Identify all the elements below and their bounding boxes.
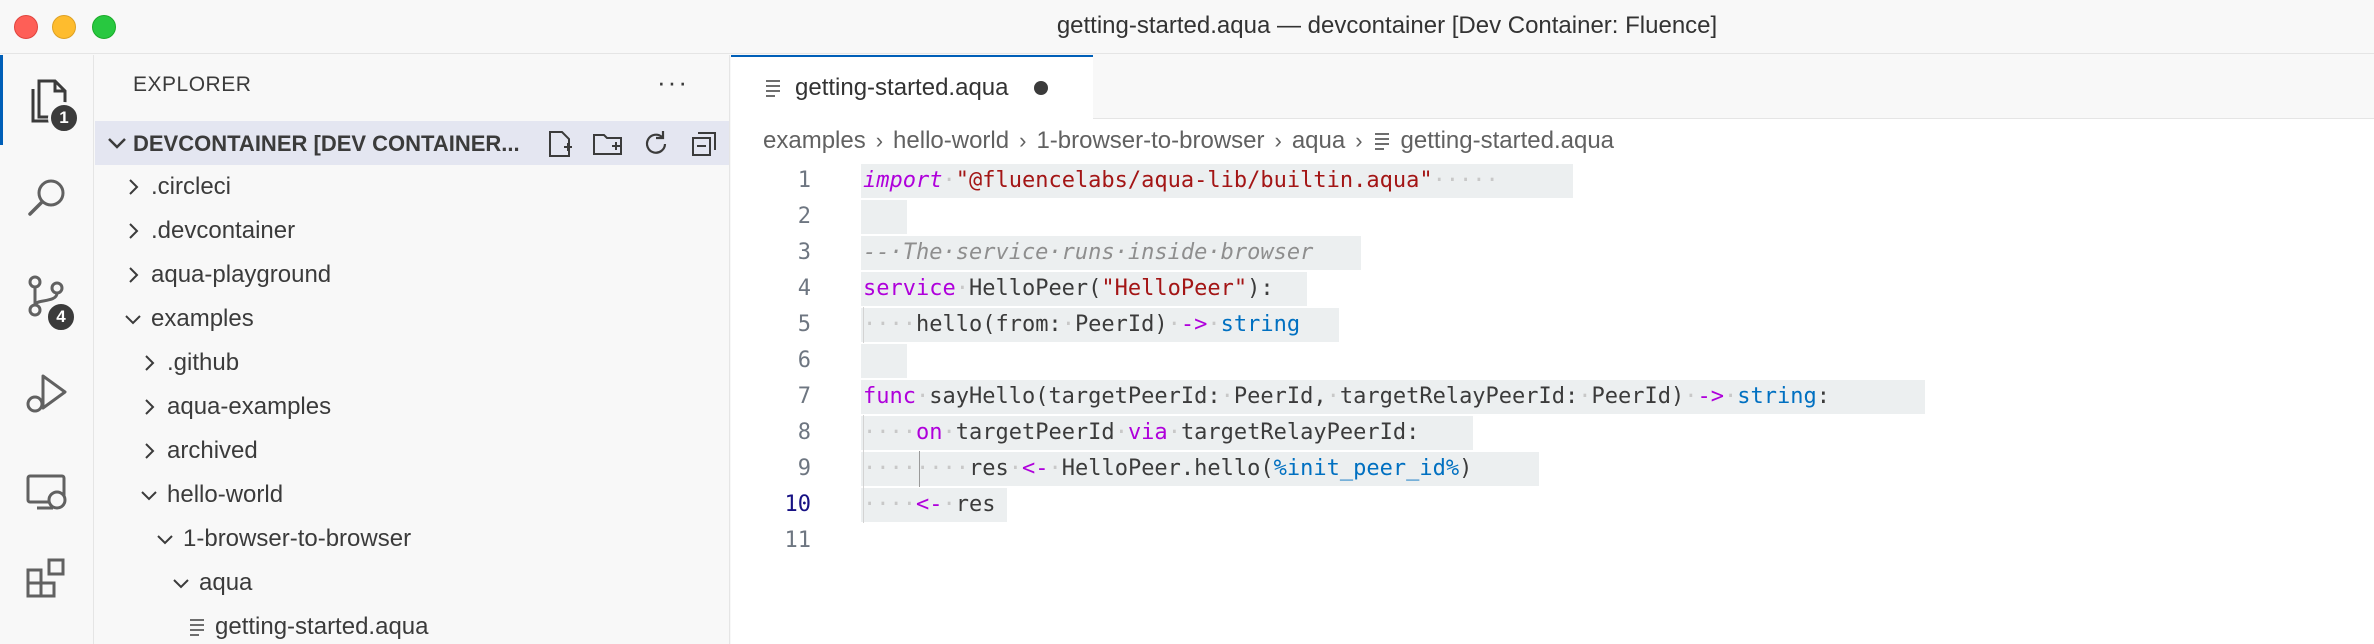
- line-number: 8: [797, 420, 811, 445]
- breadcrumb-examples[interactable]: examples: [763, 127, 866, 155]
- tree-item-label: examples: [151, 305, 254, 332]
- unsaved-dot-icon[interactable]: [1034, 81, 1049, 95]
- chevron-right-icon: [121, 219, 145, 243]
- chevron-down-icon: [169, 571, 193, 595]
- tree-item-label: getting-started.aqua: [215, 613, 429, 640]
- activity-extensions[interactable]: [0, 533, 94, 623]
- tree-item[interactable]: .circleci: [95, 165, 729, 209]
- tree-item-label: hello-world: [167, 481, 284, 508]
- tree-item[interactable]: aqua-examples: [95, 385, 729, 429]
- run-debug-icon: [26, 374, 67, 413]
- explorer-title: EXPLORER: [133, 73, 252, 96]
- chevron-right-icon: ›: [875, 128, 884, 153]
- tree-item-label: .github: [167, 349, 240, 376]
- explorer-badge: 1: [48, 102, 80, 134]
- tree-item-label: aqua-examples: [167, 393, 332, 420]
- breadcrumb: examples › hello-world › 1-browser-to-br…: [731, 119, 2374, 163]
- tree-item-label: .devcontainer: [151, 217, 296, 244]
- chevron-right-icon: [137, 351, 161, 375]
- workspace-header[interactable]: DEVCONTAINER [DEV CONTAINER...: [95, 121, 729, 165]
- search-icon: [28, 179, 65, 216]
- code-line: 8 ····on·targetPeerId·via·targetRelayPee…: [731, 415, 2374, 451]
- tree-item-label: aqua-playground: [151, 261, 332, 288]
- tree-item-label: archived: [167, 437, 258, 464]
- code-line: 7 func·sayHello(targetPeerId:·PeerId,·ta…: [731, 379, 2374, 415]
- code-line: 11: [731, 523, 2374, 559]
- editor: getting-started.aqua examples › hello-wo…: [731, 55, 2374, 644]
- chevron-down-icon: [137, 483, 161, 507]
- chevron-down-icon: [153, 527, 177, 551]
- file-text-icon: [766, 80, 780, 97]
- file-text-icon: [1374, 133, 1389, 150]
- tab-getting-started[interactable]: getting-started.aqua: [731, 55, 1093, 119]
- file-text-icon: [185, 615, 209, 639]
- code-line: 9 ········res·<-·HelloPeer.hello(%init_p…: [731, 451, 2374, 487]
- breadcrumb-aqua[interactable]: aqua: [1292, 127, 1345, 155]
- line-number: 9: [797, 456, 811, 481]
- tree-item[interactable]: .devcontainer: [95, 209, 729, 253]
- activity-remote-explorer[interactable]: [0, 447, 94, 537]
- chevron-right-icon: [137, 395, 161, 419]
- extensions-icon: [26, 558, 65, 598]
- code-line: 5 ····hello(from:·PeerId)·->·string: [731, 307, 2374, 343]
- tree-item-label: 1-browser-to-browser: [183, 525, 412, 552]
- chevron-right-icon: ›: [1355, 128, 1363, 153]
- tree-item-label: aqua: [199, 569, 253, 596]
- code-line: 2: [731, 199, 2374, 235]
- refresh-icon[interactable]: [639, 127, 673, 161]
- code-line: 1 import·"@fluencelabs/aqua-lib/builtin.…: [731, 163, 2374, 199]
- tab-bar: getting-started.aqua: [731, 55, 2374, 119]
- tree-item[interactable]: aqua: [95, 561, 729, 605]
- more-actions-button[interactable]: ···: [657, 67, 689, 98]
- new-file-icon[interactable]: [543, 127, 577, 161]
- code-line: 10 ····<-·res: [731, 487, 2374, 523]
- line-number: 2: [797, 204, 811, 229]
- tree-item-label: .circleci: [151, 173, 232, 200]
- activity-explorer[interactable]: 1: [0, 55, 94, 145]
- line-number: 10: [784, 492, 812, 517]
- new-folder-icon[interactable]: [591, 127, 625, 161]
- activity-source-control[interactable]: 4: [0, 251, 94, 341]
- scm-badge: 4: [45, 301, 77, 333]
- chevron-right-icon: [121, 175, 145, 199]
- code-editor[interactable]: 1 import·"@fluencelabs/aqua-lib/builtin.…: [731, 163, 2374, 644]
- chevron-right-icon: [121, 263, 145, 287]
- explorer-sidebar: EXPLORER ··· DEVCONTAINER [DEV CONTAINER…: [95, 55, 730, 644]
- tab-label: getting-started.aqua: [795, 74, 1009, 101]
- tree-item[interactable]: .github: [95, 341, 729, 385]
- tree-item[interactable]: hello-world: [95, 473, 729, 517]
- line-number: 3: [797, 240, 811, 265]
- workspace-name: DEVCONTAINER [DEV CONTAINER...: [133, 131, 520, 156]
- chevron-right-icon: ›: [1019, 128, 1027, 153]
- breadcrumb-file[interactable]: getting-started.aqua: [1401, 127, 1614, 155]
- window-title: getting-started.aqua — devcontainer [Dev…: [1056, 12, 1718, 39]
- breadcrumb-1-browser-to-browser[interactable]: 1-browser-to-browser: [1036, 127, 1264, 155]
- code-line: 3 --·The·service·runs·inside·browser: [731, 235, 2374, 271]
- chevron-right-icon: ›: [1274, 128, 1282, 153]
- tree-item[interactable]: getting-started.aqua: [95, 605, 729, 644]
- line-number: 1: [797, 168, 811, 193]
- activity-bar: 1 4: [0, 55, 94, 644]
- title-bar: getting-started.aqua — devcontainer [Dev…: [0, 0, 2374, 54]
- line-number: 5: [797, 312, 811, 337]
- line-number: 7: [797, 384, 811, 409]
- activity-search[interactable]: [0, 153, 94, 243]
- line-number: 4: [797, 276, 811, 301]
- collapse-all-icon[interactable]: [687, 127, 721, 161]
- chevron-down-icon: [121, 307, 145, 331]
- code-line: 6: [731, 343, 2374, 379]
- line-number: 6: [797, 348, 811, 373]
- line-number: 11: [784, 528, 812, 553]
- tree-item[interactable]: 1-browser-to-browser: [95, 517, 729, 561]
- breadcrumb-hello-world[interactable]: hello-world: [893, 127, 1009, 155]
- tree-item[interactable]: aqua-playground: [95, 253, 729, 297]
- remote-explorer-icon: [26, 474, 67, 510]
- tree-item[interactable]: archived: [95, 429, 729, 473]
- tree-item[interactable]: examples: [95, 297, 729, 341]
- code-line: 4 service·HelloPeer("HelloPeer"):: [731, 271, 2374, 307]
- activity-run-debug[interactable]: [0, 349, 94, 439]
- chevron-down-icon: [108, 138, 126, 149]
- chevron-right-icon: [137, 439, 161, 463]
